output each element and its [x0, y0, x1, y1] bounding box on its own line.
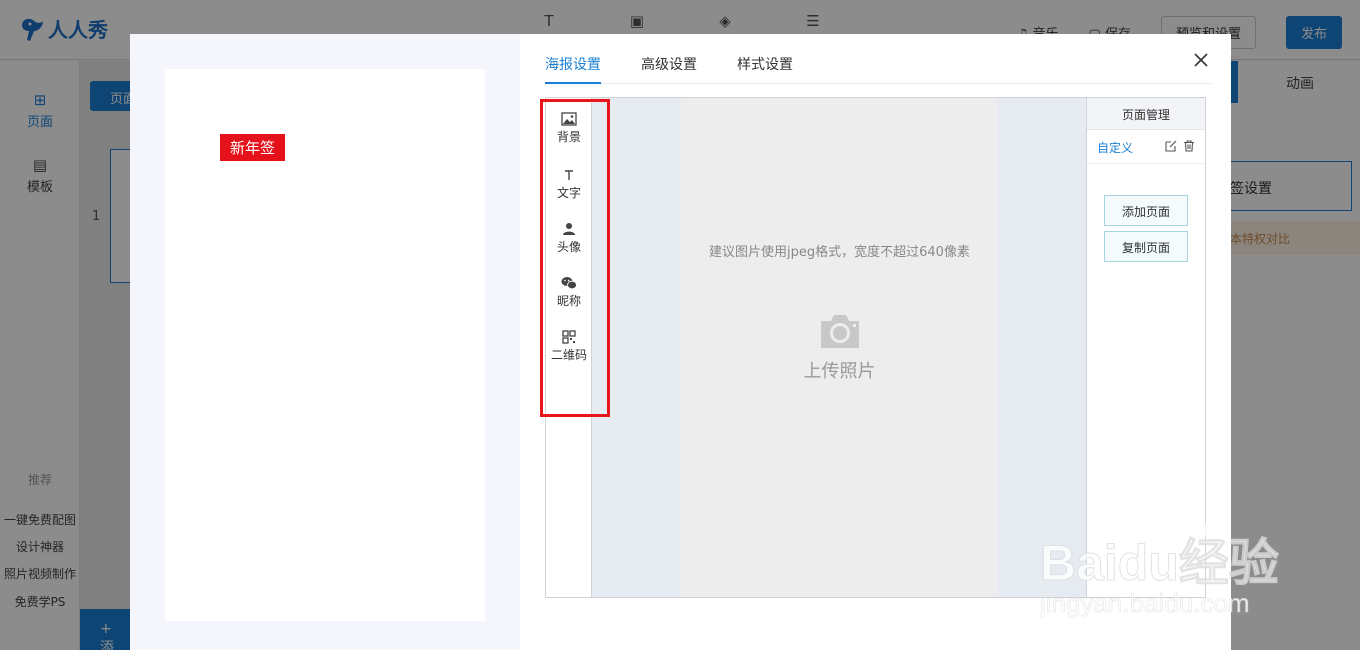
- poster-preview: 新年签: [165, 69, 485, 621]
- tab-poster-settings[interactable]: 海报设置: [545, 54, 601, 84]
- edit-icon[interactable]: [1165, 140, 1177, 152]
- camera-icon: [820, 315, 859, 348]
- copy-page-button[interactable]: 复制页面: [1104, 231, 1188, 262]
- tab-style-settings[interactable]: 样式设置: [737, 54, 793, 84]
- watermark-url: jingyan.baidu.com: [1040, 588, 1250, 618]
- settings-tabs: 海报设置 高级设置 样式设置: [545, 54, 1211, 84]
- upload-photo-area[interactable]: 上传照片: [681, 311, 998, 383]
- custom-page-label[interactable]: 自定义: [1097, 139, 1133, 156]
- tab-advanced-settings[interactable]: 高级设置: [641, 54, 697, 84]
- trash-icon[interactable]: [1183, 140, 1195, 152]
- poster-canvas[interactable]: 建议图片使用jpeg格式，宽度不超过640像素 上传照片: [681, 98, 998, 597]
- upload-photo-label: 上传照片: [803, 361, 876, 382]
- baidu-watermark: Baidu经验 jingyan.baidu.com: [1040, 507, 1279, 618]
- poster-preview-pane: 新年签: [130, 34, 520, 650]
- custom-page-row[interactable]: 自定义: [1087, 130, 1205, 164]
- poster-title-tag: 新年签: [220, 134, 286, 161]
- toolbox-highlight-box: [540, 99, 610, 417]
- upload-hint: 建议图片使用jpeg格式，宽度不超过640像素: [709, 245, 970, 260]
- add-page-button[interactable]: 添加页面: [1104, 195, 1188, 226]
- watermark-brand: Baidu经验: [1040, 535, 1279, 591]
- close-icon[interactable]: [1193, 52, 1209, 68]
- page-manager-title: 页面管理: [1087, 98, 1205, 130]
